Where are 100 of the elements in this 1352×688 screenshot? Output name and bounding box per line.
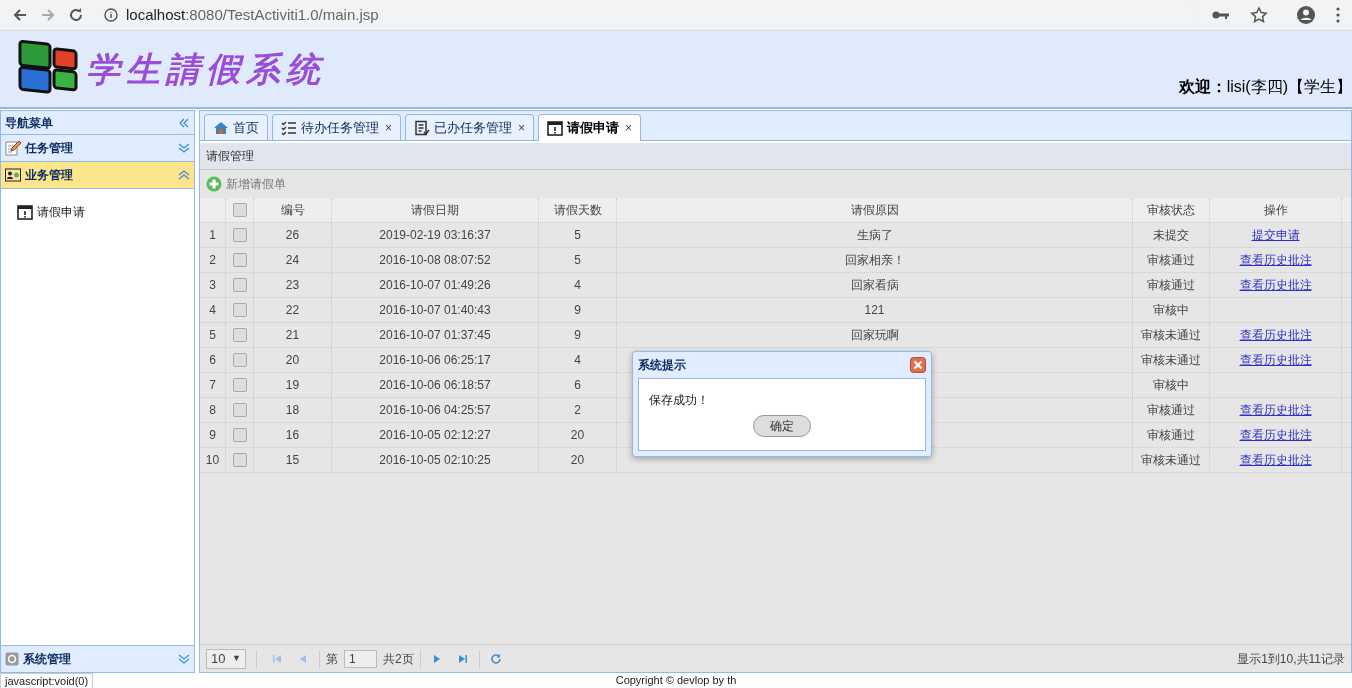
close-icon <box>910 357 926 373</box>
checkbox[interactable] <box>232 228 247 242</box>
tab[interactable]: 首页 <box>204 114 268 140</box>
table-cell-text: 21 <box>285 327 300 344</box>
table-cell-text: 26 <box>285 227 300 244</box>
checkbox[interactable] <box>232 403 247 417</box>
row-number: 8 <box>209 402 216 419</box>
table-cell-text: 9 <box>574 302 581 319</box>
row-number: 6 <box>209 352 216 369</box>
row-number: 5 <box>209 327 216 344</box>
table-cell-text: 2 <box>574 402 581 419</box>
column-header[interactable]: 请假日期 <box>411 201 459 219</box>
tab[interactable]: 请假申请 × <box>538 114 642 141</box>
gear-icon <box>5 652 19 666</box>
column-header[interactable]: 请假原因 <box>850 201 899 219</box>
table-cell-text: 审核中 <box>1153 302 1189 319</box>
action-link[interactable]: 查看历史批注 <box>1239 351 1312 369</box>
checkbox[interactable] <box>232 353 247 367</box>
checkbox[interactable] <box>232 453 247 467</box>
page-size-select[interactable]: 10 ▼ <box>206 648 246 669</box>
table-cell-text: 4 <box>574 277 581 294</box>
close-icon[interactable]: × <box>385 118 392 137</box>
tab[interactable]: 待办任务管理 × <box>272 114 401 140</box>
home-icon <box>213 119 229 136</box>
action-link[interactable]: 查看历史批注 <box>1239 426 1312 444</box>
table-cell-text: 2016-10-06 06:25:17 <box>379 352 491 369</box>
action-link[interactable]: 查看历史批注 <box>1239 401 1312 419</box>
welcome-label: 欢迎： <box>1178 77 1227 97</box>
page-label: 第 <box>326 650 338 668</box>
table-cell-text: 2016-10-07 01:40:43 <box>379 302 491 319</box>
table-cell-text: 回家玩啊 <box>850 327 899 344</box>
chevron-up-icon <box>178 170 190 180</box>
column-header[interactable]: 操作 <box>1263 201 1288 219</box>
refresh-icon <box>489 652 502 665</box>
app-title: 学生請假系统 <box>86 47 326 91</box>
nav-item[interactable]: 请假申请 <box>17 203 194 221</box>
page-summary: 显示1到10,共11记录 <box>1237 650 1345 668</box>
action-link[interactable]: 查看历史批注 <box>1239 251 1312 269</box>
row-number: 9 <box>209 427 216 444</box>
page-input[interactable]: 1 <box>344 649 377 668</box>
ok-button[interactable]: 确定 <box>753 415 811 437</box>
table-cell-text: 生病了 <box>856 227 893 244</box>
document-icon <box>414 119 430 136</box>
collapse-icon <box>178 117 190 128</box>
dialog-title: 系统提示 <box>638 357 686 374</box>
id-card-icon <box>5 167 21 183</box>
chevron-down-icon <box>178 143 190 153</box>
row-number: 10 <box>205 452 220 469</box>
table-cell-text: 审核未通过 <box>1141 327 1201 344</box>
table-cell-text: 2016-10-08 08:07:52 <box>379 252 491 269</box>
row-number: 2 <box>209 252 216 269</box>
row-number: 3 <box>209 277 216 294</box>
table-cell-text: 审核通过 <box>1147 277 1195 294</box>
table-cell-text: 未提交 <box>1153 227 1189 244</box>
checkbox[interactable] <box>232 328 247 342</box>
checkbox[interactable] <box>232 203 247 217</box>
table-cell-text: 2016-10-06 06:18:57 <box>379 377 491 394</box>
calendar-icon <box>547 120 564 136</box>
table-cell-text: 2016-10-05 02:12:27 <box>379 427 491 444</box>
column-header[interactable]: 审核状态 <box>1147 201 1195 219</box>
forward-icon <box>40 7 56 23</box>
back-icon <box>12 7 28 23</box>
table-cell-text: 2016-10-06 04:25:57 <box>379 402 491 419</box>
checkbox[interactable] <box>232 303 247 317</box>
table-cell-text: 9 <box>574 327 581 344</box>
column-header[interactable]: 编号 <box>280 201 305 219</box>
action-link[interactable]: 查看历史批注 <box>1239 326 1312 344</box>
action-link[interactable]: 查看历史批注 <box>1239 451 1312 469</box>
checkbox[interactable] <box>232 253 247 267</box>
accordion-header[interactable]: 系统管理 <box>1 645 194 672</box>
add-button[interactable]: 新增请假单 <box>206 175 286 193</box>
table-cell-text: 5 <box>574 227 581 244</box>
action-link[interactable]: 提交申请 <box>1251 226 1300 244</box>
tab[interactable]: 已办任务管理 × <box>405 114 535 140</box>
accordion-header[interactable]: 业务管理 <box>1 162 194 189</box>
table-cell-text: 审核中 <box>1153 377 1189 394</box>
table-cell-text: 回家看病 <box>850 277 899 294</box>
checkbox[interactable] <box>232 278 247 292</box>
checkbox[interactable] <box>232 428 247 442</box>
table-cell-text: 19 <box>285 377 300 394</box>
copyright-text: Copyright © devlop by th <box>615 673 737 687</box>
table-cell-text: 22 <box>285 302 300 319</box>
accordion-header[interactable]: 任务管理 <box>1 135 194 162</box>
table-cell-text: 18 <box>285 402 300 419</box>
column-header[interactable]: 请假天数 <box>553 201 602 219</box>
table-cell-text: 121 <box>864 302 885 319</box>
table-cell-text: 24 <box>285 252 300 269</box>
url-text: localhost:8080/TestActiviti1.0/main.jsp <box>126 4 379 25</box>
table-cell-text: 2016-10-07 01:37:45 <box>379 327 491 344</box>
table-cell-text: 15 <box>285 452 300 469</box>
close-icon[interactable]: × <box>518 118 526 137</box>
dialog-message: 保存成功！ <box>649 392 710 409</box>
checkbox[interactable] <box>232 378 247 392</box>
table-cell-text: 审核通过 <box>1147 402 1195 419</box>
menu-icon <box>1336 7 1340 23</box>
calendar-icon <box>17 204 35 220</box>
close-icon[interactable]: × <box>625 119 633 137</box>
action-link[interactable]: 查看历史批注 <box>1239 276 1312 294</box>
table-cell-text: 20 <box>570 427 585 444</box>
row-number: 4 <box>209 302 216 319</box>
